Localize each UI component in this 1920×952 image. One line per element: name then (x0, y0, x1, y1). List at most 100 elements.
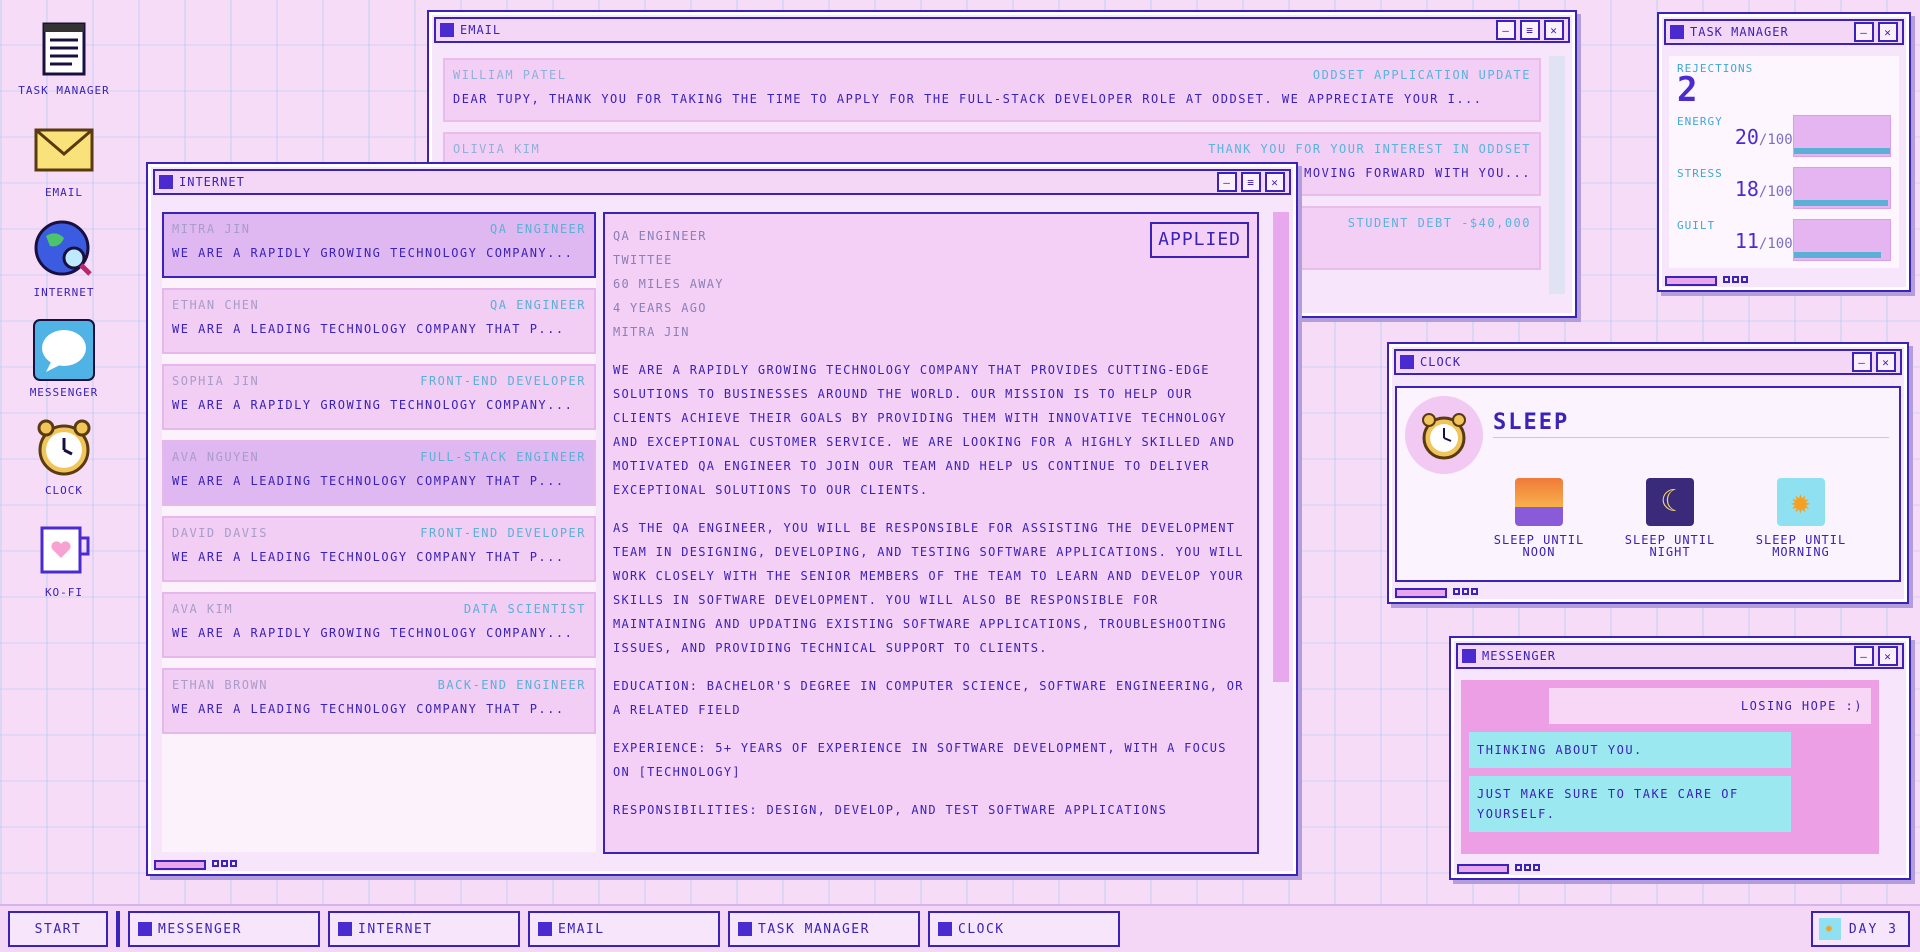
task-manager-titlebar[interactable]: Task Manager – ✕ (1664, 19, 1904, 45)
maximize-button[interactable]: ≡ (1241, 172, 1261, 192)
sleep-option-label: Sleep until night (1624, 533, 1716, 559)
job-summary: We are a rapidly growing technology comp… (172, 398, 574, 412)
desktop-icon-task-manager[interactable]: Task Manager (14, 16, 114, 97)
desktop-icon-email[interactable]: Email (14, 118, 114, 199)
stat-value: 20 (1734, 125, 1759, 149)
close-button[interactable]: ✕ (1878, 22, 1898, 42)
globe-icon (32, 218, 96, 282)
taskbar-separator (116, 911, 120, 947)
email-subject: Thank you for your interest in Oddset (1208, 142, 1531, 156)
guilt-stat: Guilt 11/100 (1677, 219, 1891, 261)
sleep-option-label: Sleep until noon (1493, 533, 1585, 559)
job-listing[interactable]: Ava Nguyen Full-Stack Engineer We are a le… (162, 440, 596, 506)
sleep-heading: Sleep (1493, 410, 1889, 438)
clock-titlebar[interactable]: Clock – ✕ (1394, 349, 1902, 375)
stat-value: 11 (1734, 229, 1759, 253)
close-button[interactable]: ✕ (1265, 172, 1285, 192)
taskbar-label: Task Manager (758, 921, 870, 937)
window-icon (338, 922, 352, 936)
maximize-button[interactable]: ≡ (1520, 20, 1540, 40)
meter-fill (1793, 148, 1890, 154)
job-summary: We are a leading technology company that… (172, 702, 565, 716)
job-listing[interactable]: Mitra Jin QA Engineer We are a rapidly gro… (162, 212, 596, 278)
sleep-until-noon-button[interactable]: Sleep until noon (1479, 478, 1599, 558)
window-title: Messenger (1482, 649, 1557, 663)
internet-titlebar[interactable]: Internet – ≡ ✕ (153, 169, 1291, 195)
taskbar-item-email[interactable]: Email (528, 911, 720, 947)
desktop-icon-label: Internet (33, 286, 95, 299)
job-summary: We are a rapidly growing technology comp… (172, 626, 574, 640)
job-responsibilities: Responsibilities: Design, develop, and t… (613, 803, 1168, 817)
window-statusbar (154, 860, 239, 870)
messenger-window[interactable]: Messenger – ✕ Losing hope :) Thinking ab… (1449, 636, 1911, 880)
window-statusbar (1665, 276, 1750, 286)
email-sender: Olivia Kim (453, 142, 541, 156)
taskbar-item-clock[interactable]: Clock (928, 911, 1120, 947)
job-listing[interactable]: Sophia Jin Front-End Developer We are a ra… (162, 364, 596, 430)
minimize-button[interactable]: – (1852, 352, 1872, 372)
taskbar-item-internet[interactable]: Internet (328, 911, 520, 947)
email-subject: Student debt -$40,000 (1347, 216, 1531, 230)
job-role: Front-End Developer (420, 374, 586, 388)
job-role: Front-End Developer (420, 526, 586, 540)
job-detail-poster: Mitra Jin (613, 325, 690, 339)
email-sender: William Patel (453, 68, 567, 82)
desktop-icon-messenger[interactable]: Messenger (14, 318, 114, 399)
day-label: Day 3 (1848, 921, 1898, 937)
email-item[interactable]: William Patel Oddset application update D… (443, 58, 1541, 122)
sleep-until-morning-button[interactable]: ✹ Sleep until morning (1741, 478, 1861, 558)
task-manager-window[interactable]: Task Manager – ✕ Rejections 2 Energy 20/… (1657, 12, 1911, 292)
close-button[interactable]: ✕ (1876, 352, 1896, 372)
moon-icon: ☾ (1646, 478, 1694, 526)
job-list: Mitra Jin QA Engineer We are a rapidly gro… (162, 212, 596, 852)
guilt-meter (1792, 219, 1891, 261)
close-button[interactable]: ✕ (1544, 20, 1564, 40)
taskbar-label: Email (558, 921, 605, 937)
desktop-icon-label: Messenger (29, 386, 99, 399)
job-listing[interactable]: David Davis Front-End Developer We are a l… (162, 516, 596, 582)
stress-meter (1792, 167, 1891, 209)
job-role: Back-End Engineer (437, 678, 586, 692)
minimize-button[interactable]: – (1854, 22, 1874, 42)
detail-scrollbar[interactable] (1272, 212, 1290, 854)
messenger-titlebar[interactable]: Messenger – ✕ (1456, 643, 1904, 669)
job-poster: Ethan Chen (172, 298, 260, 312)
taskbar: Start Messenger Internet Email Task Mana… (0, 904, 1920, 952)
start-button[interactable]: Start (8, 911, 108, 947)
minimize-button[interactable]: – (1854, 646, 1874, 666)
clock-window[interactable]: Clock – ✕ Sleep Sleep until noon ☾ Sleep… (1387, 342, 1909, 604)
job-listing[interactable]: Ethan Brown Back-End Engineer We are a lea… (162, 668, 596, 734)
job-poster: Sophia Jin (172, 374, 260, 388)
internet-window[interactable]: Internet – ≡ ✕ Mitra Jin QA Engineer We ar… (146, 162, 1298, 876)
alarm-clock-icon (1405, 396, 1483, 474)
desktop-icon-label: Email (44, 186, 84, 199)
job-listing[interactable]: Ethan Chen QA Engineer We are a leading te… (162, 288, 596, 354)
window-icon (159, 175, 173, 189)
minimize-button[interactable]: – (1217, 172, 1237, 192)
job-role: Full-Stack Engineer (420, 450, 586, 464)
chat-bubble-icon (32, 318, 96, 382)
taskbar-item-messenger[interactable]: Messenger (128, 911, 320, 947)
job-listing[interactable]: Ava Kim Data Scientist We are a rapidly gr… (162, 592, 596, 658)
window-title: Email (460, 23, 502, 37)
email-scrollbar[interactable] (1549, 56, 1565, 294)
scrollbar-thumb[interactable] (1273, 212, 1289, 682)
desktop-icon-clock[interactable]: Clock (14, 416, 114, 497)
clock-body: Sleep Sleep until noon ☾ Sleep until nig… (1395, 386, 1901, 582)
job-education: Education: Bachelor's degree in Computer… (613, 679, 1244, 717)
email-titlebar[interactable]: Email – ≡ ✕ (434, 17, 1570, 43)
job-poster: Ava Nguyen (172, 450, 260, 464)
desktop-icon-internet[interactable]: Internet (14, 218, 114, 299)
job-summary: We are a leading technology company that… (172, 550, 565, 564)
job-poster: Mitra Jin (172, 222, 251, 236)
stress-stat: Stress 18/100 (1677, 167, 1891, 209)
sleep-until-night-button[interactable]: ☾ Sleep until night (1610, 478, 1730, 558)
minimize-button[interactable]: – (1496, 20, 1516, 40)
message-incoming: Just make sure to take care of yourself. (1469, 776, 1791, 832)
close-button[interactable]: ✕ (1878, 646, 1898, 666)
window-icon (738, 922, 752, 936)
desktop-icon-kofi[interactable]: Ko-fi (14, 518, 114, 599)
taskbar-item-task-manager[interactable]: Task Manager (728, 911, 920, 947)
job-poster: David Davis (172, 526, 268, 540)
desktop-icon-label: Clock (44, 484, 84, 497)
